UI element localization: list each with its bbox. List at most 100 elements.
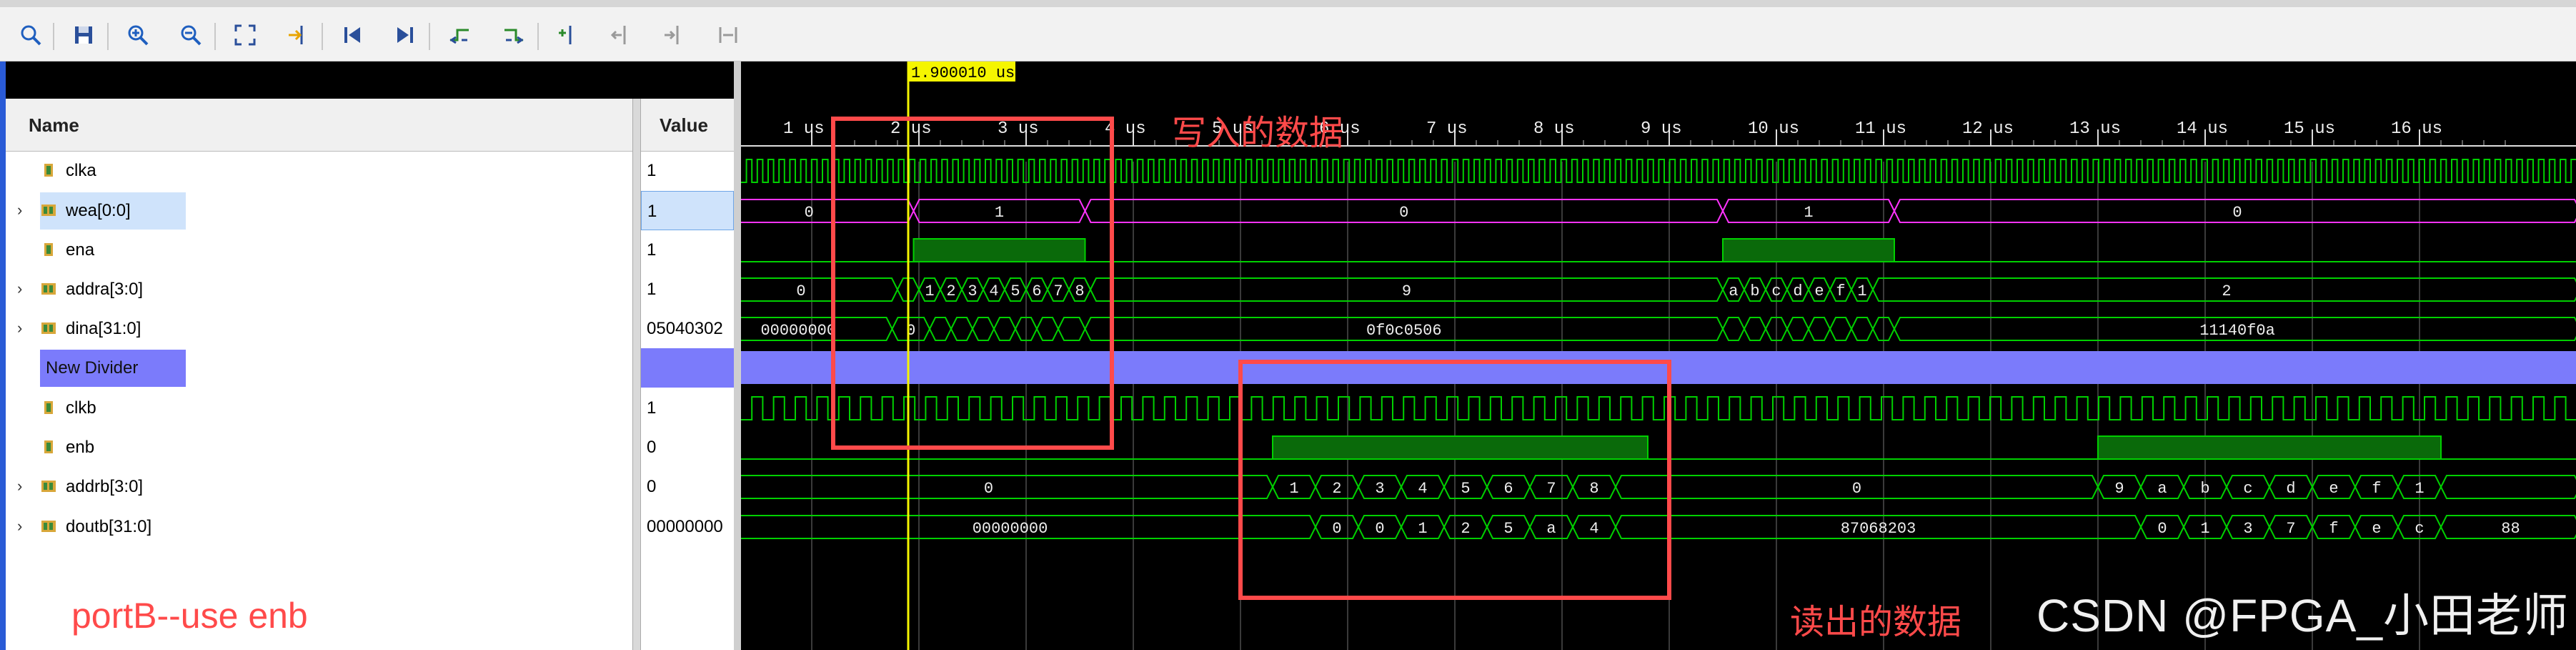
enb-waveform-high-pulse: [1272, 435, 1648, 460]
go-to-time-zero-button[interactable]: [334, 17, 370, 53]
addra-waveform-value-label: 7: [1053, 282, 1063, 300]
bit-signal-icon: [44, 243, 53, 256]
doutb-waveform-value-label: c: [2415, 520, 2424, 538]
waveform-view[interactable]: 1 us 2 us 3 us 4 us 5 us 6 us 7 us 8 us 9 us 10 u…: [741, 61, 2576, 650]
go-to-cursor-button[interactable]: [280, 17, 316, 53]
zoom-in-button[interactable]: [120, 17, 156, 53]
doutb-waveform-value-label: 00000000: [973, 520, 1048, 538]
go-to-last-time-icon: [397, 27, 413, 43]
expand-chevron-icon[interactable]: ›: [17, 477, 22, 496]
next-marker-icon: [665, 26, 679, 44]
addra-waveform-value-label: 2: [2222, 282, 2231, 300]
signal-row[interactable]: enb: [0, 428, 632, 467]
doutb-waveform-value-label: 3: [2243, 520, 2252, 538]
time-tick-label: 12 us: [1962, 119, 2014, 139]
dina-waveform-segment: [950, 317, 974, 341]
doutb-waveform-value-label: 7: [2286, 520, 2295, 538]
read-data-annotation: 读出的数据: [1790, 604, 1962, 641]
wea-waveform-value-label: 1: [1804, 204, 1813, 222]
name-panel-top-strip: [0, 61, 740, 99]
doutb-waveform-value-label: a: [1546, 520, 1556, 538]
signal-value-text: 1: [647, 161, 657, 180]
search-button[interactable]: [13, 17, 49, 53]
addrb-waveform-value-label: 1: [2415, 480, 2424, 498]
value-column-header[interactable]: Value: [641, 99, 734, 152]
bus-signal-icon: [41, 205, 56, 216]
expand-chevron-icon[interactable]: ›: [17, 319, 22, 338]
next-marker-button[interactable]: [656, 17, 692, 53]
signal-name: enb: [66, 438, 95, 457]
signal-name: doutb[31:0]: [66, 517, 152, 536]
wea-waveform-segment: [741, 199, 915, 223]
bus-signal-icon: [41, 283, 56, 295]
doutb-waveform-value-label: e: [2372, 520, 2381, 538]
save-icon: [75, 26, 92, 44]
dina-waveform-value-label: 11140f0a: [2199, 322, 2275, 340]
dina-waveform-segment: [1786, 317, 1810, 341]
clkb-waveform: [741, 396, 2576, 420]
signal-row[interactable]: › wea[0:0]: [0, 191, 632, 230]
signal-value-text: 00000000: [647, 517, 723, 536]
next-transition-button[interactable]: [496, 17, 532, 53]
addrb-waveform-value-label: f: [2372, 480, 2381, 498]
signal-row[interactable]: › dina[31:0]: [0, 309, 632, 348]
dina-waveform-segment: [1035, 317, 1060, 341]
doutb-waveform-value-label: 0: [2157, 520, 2167, 538]
signal-row[interactable]: › addra[3:0]: [0, 270, 632, 309]
zoom-out-button[interactable]: [173, 17, 209, 53]
csdn-watermark: CSDN @FPGA_小田老师: [2037, 590, 2569, 641]
ena-waveform-high-pulse: [1722, 238, 1895, 262]
signal-value-text: 05040302: [647, 319, 723, 338]
expand-chevron-icon[interactable]: ›: [17, 517, 22, 536]
toolbar-separator: [53, 23, 54, 50]
addra-waveform-value-label: e: [1814, 282, 1824, 300]
addra-waveform-value-label: 9: [1402, 282, 1411, 300]
previous-transition-button[interactable]: [442, 17, 477, 53]
dina-waveform-segment: [1807, 317, 1831, 341]
expand-chevron-icon[interactable]: ›: [17, 201, 22, 220]
signal-value: 00000000: [641, 507, 734, 546]
signal-row[interactable]: ena: [0, 230, 632, 270]
doutb-waveform-value-label: 0: [1375, 520, 1384, 538]
addrb-waveform-value-label: 2: [1332, 480, 1341, 498]
previous-marker-button[interactable]: [603, 17, 639, 53]
addra-waveform-value-label: 8: [1075, 282, 1084, 300]
signal-row[interactable]: › doutb[31:0]: [0, 507, 632, 546]
signal-row[interactable]: New Divider: [0, 348, 632, 388]
add-marker-button[interactable]: [550, 17, 586, 53]
doutb-waveform-value-label: 1: [1418, 520, 1427, 538]
pane-splitter[interactable]: [734, 61, 741, 650]
expand-chevron-icon[interactable]: ›: [17, 280, 22, 298]
zoom-fit-button[interactable]: [227, 17, 263, 53]
signal-row[interactable]: › addrb[3:0]: [0, 467, 632, 506]
addrb-waveform-value-label: 0: [1852, 480, 1861, 498]
enb-waveform-high-pulse: [2097, 435, 2442, 460]
addra-waveform-value-label: f: [1836, 282, 1845, 300]
addra-waveform-value-label: 2: [946, 282, 955, 300]
addrb-waveform-segment: [741, 475, 1274, 499]
signal-name: addrb[3:0]: [66, 477, 144, 496]
addra-waveform-value-label: 3: [968, 282, 977, 300]
signal-row[interactable]: clka: [0, 151, 632, 190]
dina-waveform-segment: [993, 317, 1017, 341]
signal-name: New Divider: [46, 358, 139, 378]
toolbar-separator: [322, 23, 323, 50]
zoom-fit-icon: [234, 24, 256, 46]
wea-waveform-value-label: 1: [995, 204, 1004, 222]
time-tick-label: 15 us: [2284, 119, 2335, 139]
time-tick-label: 7 us: [1426, 119, 1468, 139]
signal-value: 1: [641, 230, 734, 270]
go-to-last-time-button[interactable]: [387, 17, 423, 53]
addra-waveform-value-label: d: [1793, 282, 1802, 300]
time-tick-label: 8 us: [1533, 119, 1575, 139]
name-column-header[interactable]: Name: [0, 99, 632, 152]
dina-waveform-value-label: 00000000: [760, 322, 836, 340]
waveform-toolbar: [0, 0, 2576, 61]
swap-cursors-button[interactable]: [710, 17, 746, 53]
column-separator[interactable]: [632, 99, 641, 650]
write-data-annotation: 写入的数据: [1172, 114, 1344, 152]
signal-row[interactable]: clkb: [0, 388, 632, 428]
save-button[interactable]: [66, 17, 101, 53]
addrb-waveform-value-label: 3: [1375, 480, 1384, 498]
signal-name: clka: [66, 161, 96, 180]
